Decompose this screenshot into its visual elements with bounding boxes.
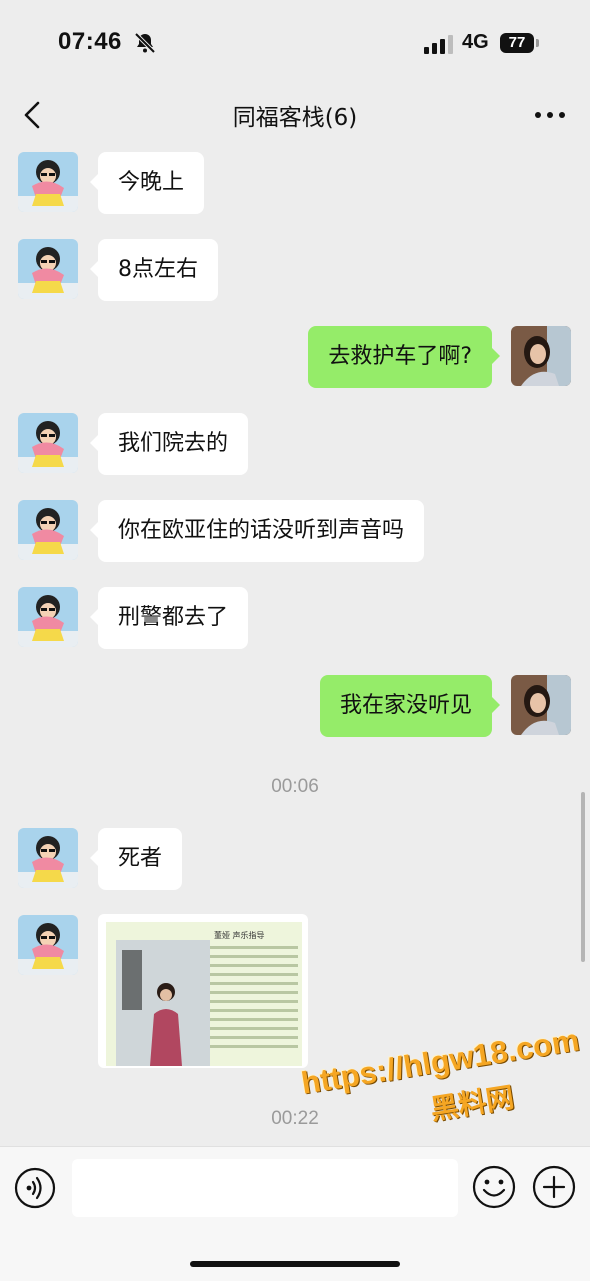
person-photo-icon <box>116 940 210 1066</box>
profile-heading: 董娅 声乐指导 <box>214 931 265 940</box>
cartoon-girl-avatar-icon <box>18 413 78 473</box>
image-thumbnail: 董娅 声乐指导 <box>106 922 302 1066</box>
profile-text-lines <box>210 946 298 1054</box>
message-bubble-incoming[interactable]: 我们院去的 <box>89 413 249 475</box>
network-type: 4G <box>462 31 489 53</box>
message-timestamp: 00:06 <box>271 776 319 797</box>
status-time: 07:46 <box>58 28 122 55</box>
cartoon-girl-avatar-icon <box>18 828 78 888</box>
home-indicator[interactable] <box>190 1261 400 1267</box>
cartoon-girl-avatar-icon <box>18 915 78 975</box>
avatar-contact[interactable] <box>18 239 78 299</box>
battery-icon: 77 <box>500 33 534 53</box>
image-message[interactable]: 董娅 声乐指导 <box>98 914 308 1068</box>
message-input[interactable] <box>72 1159 458 1217</box>
message-bubble-incoming[interactable]: 刑警都去了 <box>89 587 249 649</box>
avatar-contact[interactable] <box>18 413 78 473</box>
chat-header: 同福客栈(6) <box>0 86 590 144</box>
avatar-contact[interactable] <box>18 500 78 560</box>
emoji-icon[interactable] <box>472 1165 516 1209</box>
status-bar: 07:46 4G 77 <box>0 0 590 86</box>
battery-tip <box>536 39 539 47</box>
cartoon-girl-avatar-icon <box>18 239 78 299</box>
message-bubble-outgoing[interactable]: 我在家没听见 <box>319 675 501 737</box>
scrollbar[interactable] <box>581 792 585 962</box>
add-attachment-icon[interactable] <box>532 1165 576 1209</box>
voice-input-icon[interactable] <box>14 1167 56 1209</box>
user-photo-avatar-icon <box>511 675 571 735</box>
battery-level: 77 <box>508 34 526 51</box>
message-bubble-incoming[interactable]: 你在欧亚住的话没听到声音吗 <box>89 500 425 562</box>
message-bubble-incoming[interactable]: 今晚上 <box>89 152 205 214</box>
bell-muted-icon <box>134 32 156 54</box>
avatar-self[interactable] <box>511 326 571 386</box>
avatar-contact[interactable] <box>18 152 78 212</box>
avatar-contact[interactable] <box>18 828 78 888</box>
message-bubble-incoming[interactable]: 8点左右 <box>90 239 218 301</box>
avatar-contact[interactable] <box>18 915 78 975</box>
message-bubble-incoming[interactable]: 死者 <box>89 828 183 890</box>
cartoon-girl-avatar-icon <box>18 587 78 647</box>
user-photo-avatar-icon <box>511 326 571 386</box>
chat-input-bar <box>0 1146 590 1281</box>
cartoon-girl-avatar-icon <box>18 500 78 560</box>
avatar-contact[interactable] <box>18 587 78 647</box>
cellular-signal-icon <box>424 35 453 54</box>
cartoon-girl-avatar-icon <box>18 152 78 212</box>
message-bubble-outgoing[interactable]: 去救护车了啊? <box>308 326 500 388</box>
avatar-self[interactable] <box>511 675 571 735</box>
chat-title: 同福客栈(6) <box>232 105 358 131</box>
back-arrow-icon[interactable] <box>18 98 48 132</box>
portrait-photo <box>116 940 210 1066</box>
more-options-icon[interactable] <box>530 98 570 132</box>
